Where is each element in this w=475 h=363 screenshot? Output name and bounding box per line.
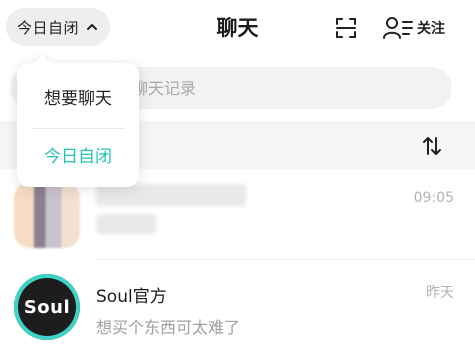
contacts-icon (383, 17, 413, 39)
chat-name: Soul官方 (96, 287, 167, 307)
scan-icon[interactable] (334, 16, 358, 40)
chat-time: 09:05 (413, 190, 454, 206)
status-selector-button[interactable]: 今日自闭 (6, 8, 110, 46)
chat-time: 昨天 (426, 285, 454, 301)
chevron-up-icon (87, 24, 97, 30)
header: 今日自闭 聊天 关注 (0, 0, 475, 58)
status-dropdown-menu: 想要聊天 今日自闭 (17, 54, 139, 187)
avatar (14, 182, 80, 248)
sort-icon[interactable] (421, 135, 443, 157)
menu-item-want-chat[interactable]: 想要聊天 (17, 73, 139, 125)
row-divider (96, 259, 475, 260)
soul-avatar: Soul (14, 274, 80, 340)
contacts-button[interactable]: 关注 (382, 14, 445, 42)
contacts-label: 关注 (417, 21, 445, 37)
chat-preview: 想买个东西可太难了 (96, 318, 241, 337)
soul-logo-text: Soul (23, 296, 71, 318)
menu-divider (31, 128, 125, 129)
chat-preview-redacted (96, 214, 156, 234)
chat-name-redacted (96, 184, 246, 206)
chat-screen: 今日自闭 聊天 关注 搜索昵称或者聊天记录 09:05 Soul Soul官方 … (0, 0, 475, 363)
chat-list-item[interactable]: Soul Soul官方 想买个东西可太难了 昨天 (0, 262, 475, 352)
status-label: 今日自闭 (16, 18, 79, 37)
menu-item-today-closed[interactable]: 今日自闭 (17, 131, 139, 183)
